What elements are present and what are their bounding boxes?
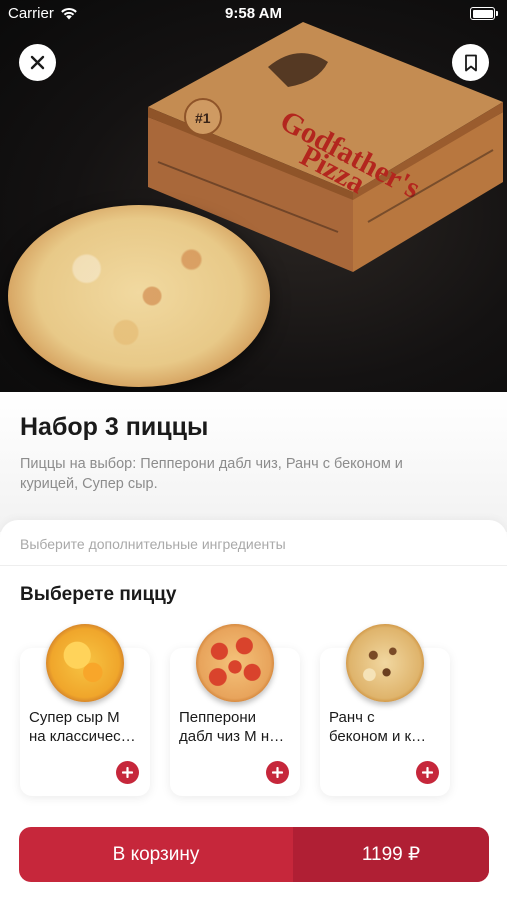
add-to-cart-button[interactable]: В корзину 1199 ₽ [19, 827, 489, 882]
product-hero-image: Godfather's Pizza #1 [0, 0, 507, 392]
pizza-card-name: на классичес… [29, 728, 136, 745]
pizza-card-name: Ранч с [329, 709, 375, 726]
pizza-card-name: дабл чиз М н… [179, 728, 285, 745]
plus-icon [122, 767, 133, 778]
add-pizza-button[interactable] [266, 761, 289, 784]
product-description: Пиццы на выбор: Пепперони дабл чиз, Ранч… [20, 456, 403, 492]
battery-icon [470, 7, 498, 20]
pizza-thumbnail [346, 624, 424, 702]
extra-ingredients-link[interactable]: Выберите дополнительные ингредиенты [20, 536, 286, 552]
product-info: Набор 3 пиццы Пиццы на выбор: Пепперони … [0, 392, 507, 532]
pizza-section-title: Выберете пиццу [20, 584, 177, 605]
pizza-card[interactable]: Пепперони дабл чиз М н… [170, 624, 300, 796]
status-time: 9:58 AM [225, 5, 282, 22]
status-bar: Carrier 9:58 AM [0, 0, 507, 28]
add-pizza-button[interactable] [416, 761, 439, 784]
pizza-card[interactable]: Супер сыр М на классичес… [20, 624, 150, 796]
close-icon [30, 55, 45, 70]
cart-price: 1199 ₽ [293, 827, 489, 882]
pizza-card-name: Пепперони [179, 709, 257, 726]
pizza-card-name: Супер сыр М [29, 709, 120, 726]
close-button[interactable] [19, 44, 56, 81]
add-pizza-button[interactable] [116, 761, 139, 784]
pizza-thumbnail [46, 624, 124, 702]
divider [0, 565, 507, 566]
pizza-card[interactable]: Ранч с беконом и к… [320, 624, 450, 796]
pizza-thumbnail [196, 624, 274, 702]
pizza-image [8, 205, 270, 387]
pizza-card-name: беконом и к… [329, 728, 427, 745]
bookmark-button[interactable] [452, 44, 489, 81]
plus-icon [422, 767, 433, 778]
bookmark-icon [464, 54, 477, 71]
plus-icon [272, 767, 283, 778]
add-to-cart-label: В корзину [112, 843, 200, 865]
box-badge-text: #1 [195, 110, 211, 126]
pizza-cards: Супер сыр М на классичес… Пепперони дабл… [20, 624, 490, 796]
product-title: Набор 3 пиццы [20, 413, 209, 441]
